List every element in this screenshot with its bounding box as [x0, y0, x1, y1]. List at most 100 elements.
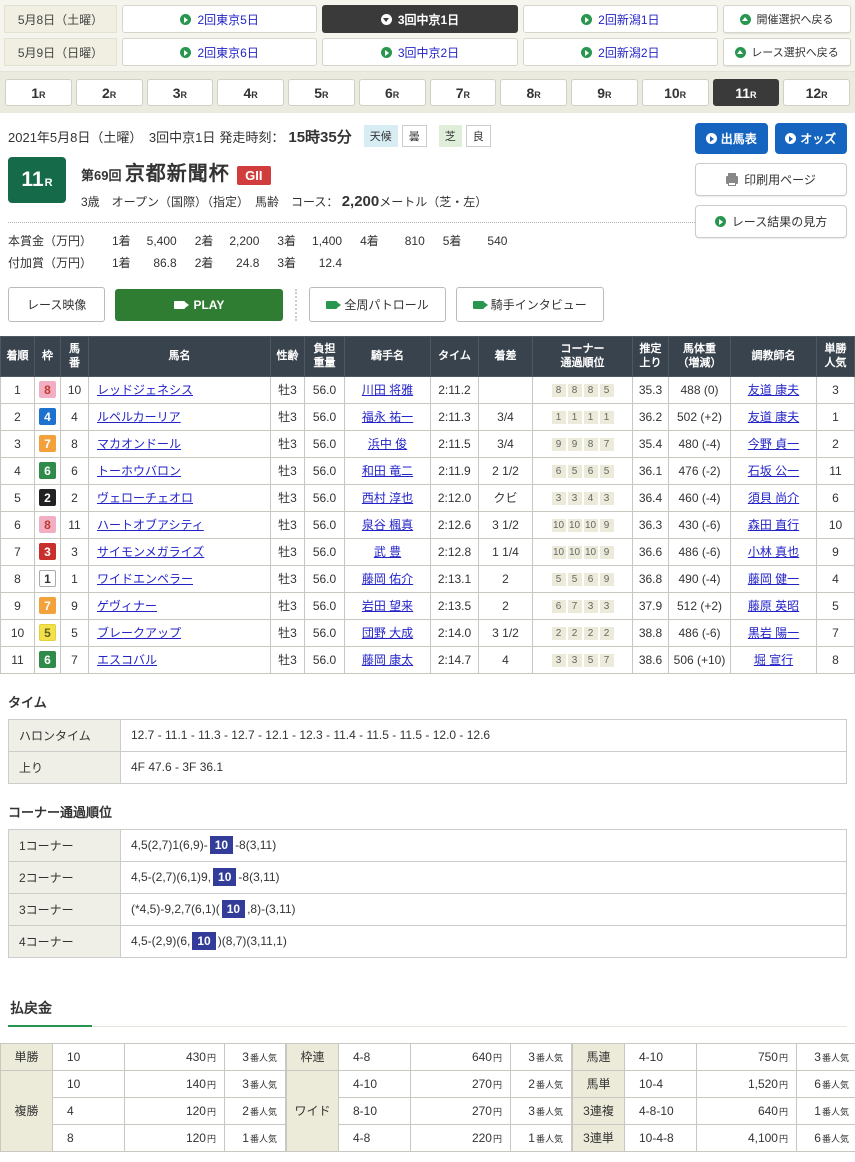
frame-number-badge: 6 [39, 651, 56, 668]
trainer-name-link[interactable]: 藤原 英昭 [748, 599, 799, 613]
favorite-suffix: 番人気 [536, 1107, 563, 1117]
payout-tables: 単勝10430円3番人気複勝10140円3番人気4120円2番人気8120円1番… [0, 1043, 855, 1152]
horse-name-link[interactable]: ワイドエンペラー [97, 572, 193, 586]
trainer-name-link[interactable]: 須貝 尚介 [748, 491, 799, 505]
horse-name-link[interactable]: レッドジェネシス [97, 383, 193, 397]
meeting-button[interactable]: 2回東京6日 [122, 38, 317, 66]
winner-number-highlight: 10 [210, 836, 233, 854]
race-tab-2r[interactable]: 2R [76, 79, 143, 106]
play-button[interactable]: PLAY [115, 289, 283, 321]
horse-name-link[interactable]: ハートオブアシティ [97, 518, 204, 532]
horse-name-link[interactable]: ブレークアップ [97, 626, 181, 640]
trainer-name-link[interactable]: 友道 康夫 [748, 410, 799, 424]
trainer-name-link[interactable]: 堀 宣行 [754, 653, 793, 667]
race-tab-7r[interactable]: 7R [430, 79, 497, 106]
margin: 3 1/2 [479, 511, 533, 538]
jockey-interview-button[interactable]: 騎手インタビュー [456, 287, 604, 322]
patrol-video-button[interactable]: 全周パトロール [309, 287, 445, 322]
trainer-name-link[interactable]: 小林 真也 [748, 545, 799, 559]
side-button-row: 出馬表 オッズ [695, 123, 847, 154]
jockey-name-link[interactable]: 藤岡 康太 [362, 653, 413, 667]
arrow-right-icon [785, 133, 796, 144]
payout-combination: 8 [53, 1124, 125, 1151]
back-button-label: 開催選択へ戻る [756, 11, 833, 27]
trainer-name-link[interactable]: 友道 康夫 [748, 383, 799, 397]
meeting-button[interactable]: 3回中京2日 [322, 38, 517, 66]
results-header-cell: 着順 [1, 337, 35, 377]
race-tab-12r[interactable]: 12R [783, 79, 850, 106]
win-favorite-rank: 11 [817, 457, 855, 484]
race-tab-1r[interactable]: 1R [5, 79, 72, 106]
jockey-name-link[interactable]: 福永 祐一 [362, 410, 413, 424]
horse-name-link[interactable]: トーホウバロン [97, 464, 181, 478]
race-distance-suffix: メートル（芝・左） [379, 195, 487, 209]
prize-place: 3着 [277, 231, 296, 253]
trainer-name-link[interactable]: 今野 貞一 [748, 437, 799, 451]
horse-name-link[interactable]: ヴェローチェオロ [97, 491, 193, 505]
print-page-label: 印刷用ページ [744, 171, 816, 188]
favorite-suffix: 番人気 [250, 1053, 277, 1063]
trainer-name-link[interactable]: 黒岩 陽一 [748, 626, 799, 640]
payout-amount: 750円 [697, 1043, 797, 1070]
horse-name-link[interactable]: マカオンドール [97, 437, 181, 451]
jockey-name-link[interactable]: 和田 竜二 [362, 464, 413, 478]
trainer-cell: 藤岡 健一 [731, 565, 817, 592]
yen-suffix: 円 [493, 1107, 502, 1117]
green-arrow-icon [381, 47, 392, 58]
weather-label: 天候 [364, 125, 398, 147]
jockey-name-link[interactable]: 川田 将雅 [362, 383, 413, 397]
payout-favorite-rank: 1番人気 [511, 1124, 572, 1151]
jockey-name-link[interactable]: 団野 大成 [362, 626, 413, 640]
payout-favorite-rank: 3番人気 [797, 1043, 855, 1070]
jockey-name-link[interactable]: 藤岡 佑介 [362, 572, 413, 586]
jockey-name-link[interactable]: 岩田 望来 [362, 599, 413, 613]
horse-name-link[interactable]: ゲヴィナー [97, 599, 157, 613]
jockey-name-link[interactable]: 浜中 俊 [368, 437, 407, 451]
horse-name-link[interactable]: サイモンメガライズ [97, 545, 204, 559]
jockey-name-link[interactable]: 西村 淳也 [362, 491, 413, 505]
race-tab-3r[interactable]: 3R [147, 79, 214, 106]
horse-weight: 488 (0) [669, 376, 731, 403]
race-tab-4r[interactable]: 4R [217, 79, 284, 106]
corner-positions: 2222 [533, 619, 633, 646]
odds-button[interactable]: オッズ [775, 123, 848, 154]
entry-table-button[interactable]: 出馬表 [695, 123, 768, 154]
jockey-name-link[interactable]: 泉谷 楓真 [362, 518, 413, 532]
jockey-name-link[interactable]: 武 豊 [374, 545, 401, 559]
frame-cell: 3 [35, 538, 61, 565]
jockey-cell: 団野 大成 [345, 619, 431, 646]
finish-time: 2:11.2 [431, 376, 479, 403]
sex-age: 牡3 [271, 376, 305, 403]
race-tab-9r[interactable]: 9R [571, 79, 638, 106]
meeting-button[interactable]: 2回新潟1日 [523, 5, 718, 33]
race-tab-11r[interactable]: 11R [713, 79, 780, 106]
payout-section-header: 払戻金 [8, 998, 847, 1027]
meeting-button[interactable]: 3回中京1日 [322, 5, 517, 33]
back-button[interactable]: 開催選択へ戻る [723, 5, 851, 33]
horse-weight: 430 (-6) [669, 511, 731, 538]
meeting-button[interactable]: 2回新潟2日 [523, 38, 718, 66]
frame-number-badge: 3 [39, 543, 56, 560]
corner-position-value: 3 [568, 492, 582, 505]
horse-name-link[interactable]: エスコバル [97, 653, 157, 667]
meeting-button-label: 3回中京2日 [398, 44, 459, 61]
result-row: 1167エスコバル牡356.0藤岡 康太2:14.74335738.6506 (… [1, 646, 855, 673]
results-guide-button[interactable]: レース結果の見方 [695, 205, 847, 238]
meeting-button[interactable]: 2回東京5日 [122, 5, 317, 33]
finish-time: 2:13.1 [431, 565, 479, 592]
race-tab-5r[interactable]: 5R [288, 79, 355, 106]
horse-weight: 506 (+10) [669, 646, 731, 673]
finish-time: 2:12.8 [431, 538, 479, 565]
print-page-button[interactable]: 印刷用ページ [695, 163, 847, 196]
trainer-name-link[interactable]: 森田 直行 [748, 518, 799, 532]
race-tab-8r[interactable]: 8R [500, 79, 567, 106]
payout-row: ワイド4-10270円2番人気 [287, 1070, 572, 1097]
trainer-name-link[interactable]: 石坂 公一 [748, 464, 799, 478]
race-tab-6r[interactable]: 6R [359, 79, 426, 106]
back-button[interactable]: レース選択へ戻る [723, 38, 851, 66]
estimated-agari: 36.4 [633, 484, 669, 511]
corner-order-text: 4,5-(2,7)(6,1)9, [131, 870, 211, 884]
horse-name-link[interactable]: ルペルカーリア [97, 410, 181, 424]
race-tab-10r[interactable]: 10R [642, 79, 709, 106]
trainer-name-link[interactable]: 藤岡 健一 [748, 572, 799, 586]
